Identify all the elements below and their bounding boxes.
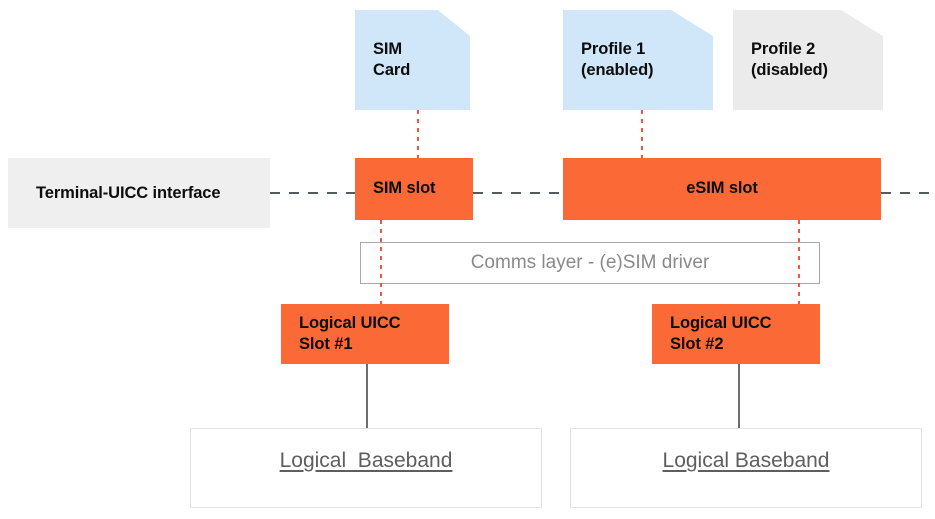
logical-uicc-slot-1-line1: Logical UICC [299, 313, 401, 332]
terminal-uicc-interface-label: Terminal-UICC interface [36, 183, 221, 202]
logical-uicc-slot-2-line2: Slot #2 [670, 335, 724, 353]
profile-2-label-line1: Profile 2 [751, 39, 816, 58]
diagram-canvas: SIM Card Profile 1 (enabled) Profile 2 (… [0, 0, 935, 519]
esim-slot-label: eSIM slot [686, 179, 758, 198]
comms-layer-label: Comms layer - (e)SIM driver [470, 252, 710, 273]
sim-card-label-line1: SIM [373, 39, 403, 58]
logical-uicc-slot-1-node[interactable]: Logical UICC Slot #1 [281, 304, 449, 364]
comms-layer-node[interactable]: Comms layer - (e)SIM driver [360, 242, 820, 284]
logical-baseband-2-label: Logical Baseband [662, 449, 830, 472]
logical-uicc-slot-1-line2: Slot #1 [299, 335, 353, 353]
profile-2-label: Profile 2 (disabled) [751, 39, 828, 81]
terminal-uicc-bus-right [881, 192, 935, 194]
profile-2-label-line2: (disabled) [751, 61, 828, 79]
logical-uicc-slot-1-label: Logical UICC Slot #1 [299, 313, 401, 355]
terminal-uicc-bus-middle [473, 192, 563, 194]
profile-1-label: Profile 1 (enabled) [581, 39, 654, 81]
terminal-uicc-interface-panel: Terminal-UICC interface [8, 158, 270, 228]
sim-slot-node[interactable]: SIM slot [355, 158, 473, 220]
terminal-uicc-bus-left [270, 192, 355, 194]
sim-card-label-line2: Card [373, 61, 411, 79]
profile-1-label-line1: Profile 1 [581, 39, 646, 58]
logical-baseband-1-label: Logical Baseband [279, 449, 453, 472]
profile-1-label-line2: (enabled) [581, 61, 654, 79]
connector-esim-slot-to-logical-uicc-2 [798, 220, 800, 306]
logical-uicc-slot-2-label: Logical UICC Slot #2 [670, 313, 772, 355]
logical-baseband-2-node[interactable]: Logical Baseband [570, 428, 922, 508]
connector-sim-card-to-sim-slot [417, 110, 419, 158]
sim-card-label: SIM Card [373, 39, 410, 81]
sim-slot-label: SIM slot [373, 179, 436, 198]
logical-uicc-slot-2-node[interactable]: Logical UICC Slot #2 [652, 304, 820, 364]
profile-1-node[interactable]: Profile 1 (enabled) [563, 10, 713, 110]
sim-card-node[interactable]: SIM Card [355, 10, 470, 110]
esim-slot-node[interactable]: eSIM slot [563, 158, 881, 220]
logical-uicc-slot-2-line1: Logical UICC [670, 313, 772, 332]
logical-baseband-1-node[interactable]: Logical Baseband [190, 428, 542, 508]
connector-sim-slot-to-logical-uicc-1 [380, 220, 382, 306]
connector-profile-1-to-esim-slot [641, 110, 643, 158]
profile-2-node[interactable]: Profile 2 (disabled) [733, 10, 883, 110]
